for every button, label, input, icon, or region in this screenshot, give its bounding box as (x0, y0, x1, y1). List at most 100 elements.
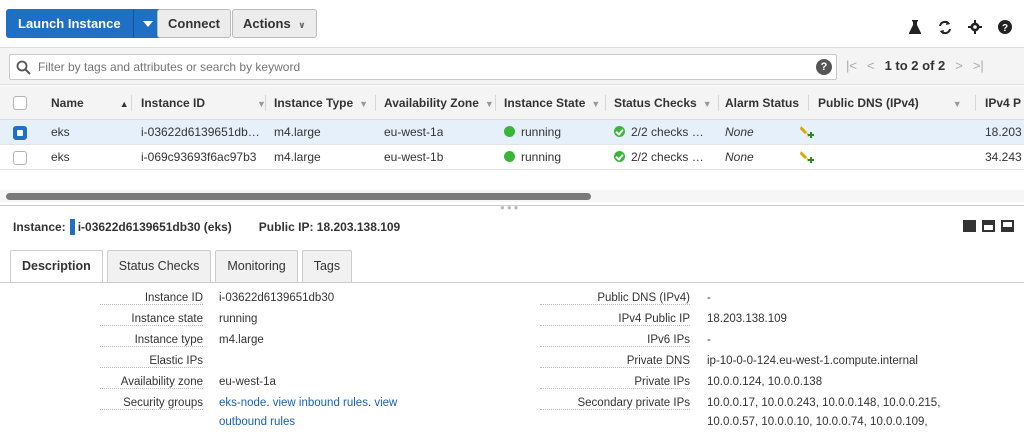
prev-page-icon[interactable]: < (867, 58, 875, 73)
col-status-checks[interactable]: Status Checks ▼ (614, 86, 712, 120)
cell-state: running (504, 120, 561, 145)
svg-text:?: ? (1002, 23, 1008, 34)
label-ipv4-public-ip: IPv4 Public IP (540, 313, 690, 326)
check-ok-icon (614, 126, 625, 137)
cell-instance-id: i-069c93693f6ac97b3 (141, 150, 257, 164)
label-private-ips: Private IPs (540, 376, 690, 389)
table-row[interactable]: eks i-03622d6139651db… m4.large eu-west-… (0, 120, 1024, 145)
pane-split-top-icon[interactable] (982, 220, 995, 232)
alarm-add-icon[interactable] (798, 124, 814, 140)
cell-az: eu-west-1b (384, 150, 444, 164)
table-header: Name ▲ Instance ID ▼ Instance Type ▼ Availa… (0, 86, 1024, 120)
sort-icon: ▼ (484, 99, 494, 109)
help-icon[interactable]: ? (816, 59, 832, 75)
tab-status-checks[interactable]: Status Checks (106, 250, 212, 282)
col-instance-type[interactable]: Instance Type ▼ (274, 86, 368, 120)
pane-split-bottom-icon[interactable] (1001, 220, 1014, 232)
sort-icon: ▼ (591, 99, 601, 109)
col-divider (975, 95, 976, 111)
col-divider (808, 95, 809, 111)
last-page-icon[interactable]: >| (973, 58, 984, 73)
cell-name: eks (51, 125, 70, 139)
label-secondary-private-ips: Secondary private IPs (540, 397, 690, 410)
value-instance-state: running (219, 313, 258, 325)
launch-instance-button[interactable]: Launch Instance (6, 9, 162, 38)
col-name[interactable]: Name ▲ (51, 86, 129, 120)
first-page-icon[interactable]: |< (846, 58, 857, 73)
cell-alarm: None (725, 125, 754, 139)
actions-button[interactable]: Actions ∨ (232, 9, 317, 38)
row-checkbox[interactable] (13, 151, 27, 165)
next-page-icon[interactable]: > (955, 58, 963, 73)
table-row[interactable]: eks i-069c93693f6ac97b3 m4.large eu-west… (0, 145, 1024, 170)
check-ok-icon (614, 151, 625, 162)
pagination-count: 1 to 2 of 2 (884, 58, 946, 73)
label-public-dns: Public DNS (IPv4) (540, 292, 690, 305)
scrollbar-thumb[interactable] (6, 193, 591, 200)
label-ipv6-ips: IPv6 IPs (540, 334, 690, 347)
state-label: running (521, 150, 562, 164)
search-box[interactable]: ? (9, 54, 837, 80)
toolbar-icons: ? (900, 18, 1020, 36)
col-public-dns[interactable]: Public DNS (IPv4) ▼ (818, 86, 962, 120)
cell-az: eu-west-1a (384, 125, 444, 139)
view-inbound-rules-link[interactable]: view inbound rules (273, 397, 368, 409)
state-label: running (521, 125, 562, 139)
col-instance-id[interactable]: Instance ID ▼ (141, 86, 266, 120)
row-checkbox[interactable] (13, 126, 27, 140)
security-group-link[interactable]: eks-node (219, 397, 266, 409)
value-private-dns: ip-10-0-0-124.eu-west-1.compute.internal (707, 355, 918, 367)
tab-monitoring[interactable]: Monitoring (215, 250, 298, 282)
value-ipv6-ips: - (707, 334, 711, 346)
cell-state: running (504, 145, 561, 170)
value-public-dns: - (707, 292, 711, 304)
connect-button[interactable]: Connect (157, 9, 231, 38)
col-availability-zone[interactable]: Availability Zone ▼ (384, 86, 494, 120)
col-divider (375, 95, 376, 111)
sort-asc-icon: ▲ (119, 99, 129, 109)
pagination: |< < 1 to 2 of 2 > >| (846, 58, 984, 73)
cell-ipv4: 34.243 (985, 150, 1022, 164)
col-ipv4[interactable]: IPv4 P (985, 86, 1021, 120)
tab-tags[interactable]: Tags (301, 250, 353, 282)
label-availability-zone: Availability zone (100, 376, 203, 389)
instance-header: Instance: i-03622d6139651db30 (eks) Publ… (13, 219, 400, 235)
col-alarm-status-label: Alarm Status (725, 96, 800, 110)
horizontal-scrollbar[interactable] (0, 190, 1024, 202)
public-ip-line: Public IP: 18.203.138.109 (258, 220, 401, 234)
instances-table: Name ▲ Instance ID ▼ Instance Type ▼ Availa… (0, 86, 1024, 170)
col-divider (718, 95, 719, 111)
col-divider (605, 95, 606, 111)
cell-status-checks: 2/2 checks … (614, 145, 704, 170)
help-icon[interactable]: ? (990, 18, 1020, 36)
flask-icon[interactable] (900, 18, 930, 36)
value-private-ips: 10.0.0.124, 10.0.0.138 (707, 376, 823, 388)
col-alarm-status[interactable]: Alarm Status (725, 86, 799, 120)
sort-icon: ▼ (702, 99, 712, 109)
search-input[interactable] (38, 58, 798, 76)
outbound-rules-link[interactable]: outbound rules (219, 416, 295, 428)
sort-icon: ▼ (952, 99, 962, 109)
actions-label: Actions (243, 16, 291, 31)
col-public-dns-label: Public DNS (IPv4) (818, 96, 919, 110)
label-security-groups: Security groups (100, 397, 203, 410)
gear-icon[interactable] (960, 18, 990, 36)
cell-instance-id: i-03622d6139651db… (141, 125, 260, 139)
select-all-checkbox[interactable] (13, 96, 27, 110)
value-instance-id: i-03622d6139651db30 (219, 292, 335, 304)
view-outbound-link[interactable]: view (374, 397, 397, 409)
checks-label: 2/2 checks … (631, 125, 704, 139)
col-instance-state[interactable]: Instance State ▼ (504, 86, 600, 120)
cell-name: eks (51, 150, 70, 164)
tab-description[interactable]: Description (10, 250, 103, 283)
pane-full-icon[interactable] (963, 220, 976, 232)
tab-divider (0, 282, 1024, 283)
col-divider (131, 95, 132, 111)
details-tabs: Description Status Checks Monitoring Tag… (10, 250, 353, 283)
refresh-icon[interactable] (930, 18, 960, 36)
launch-instance-label[interactable]: Launch Instance (6, 9, 134, 38)
alarm-add-icon[interactable] (798, 149, 814, 165)
cell-instance-type: m4.large (274, 150, 321, 164)
value-availability-zone: eu-west-1a (219, 376, 276, 388)
cell-status-checks: 2/2 checks … (614, 120, 704, 145)
